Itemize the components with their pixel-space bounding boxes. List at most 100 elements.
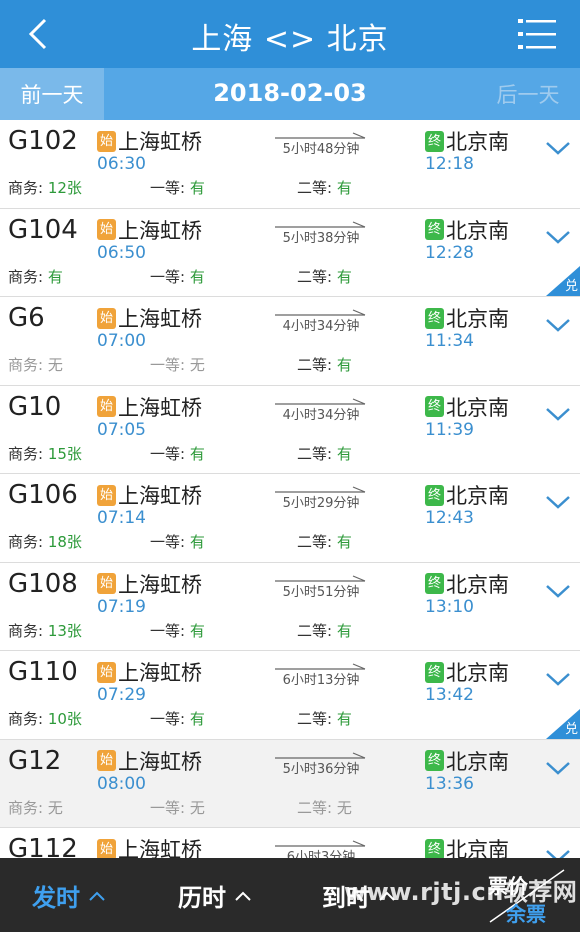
top-bar: 上海 <> 北京 — [0, 0, 580, 68]
duration: 5小时48分钟 — [275, 130, 367, 160]
start-station-badge: 始 — [97, 573, 116, 594]
chevron-down-icon[interactable] — [544, 138, 572, 158]
first-class-seat: 一等: 有 — [150, 177, 205, 198]
duration: 4小时34分钟 — [275, 396, 367, 426]
sort-by-duration-button[interactable]: 历时 — [178, 878, 252, 913]
duration-text: 5小时48分钟 — [282, 142, 360, 157]
duration: 5小时38分钟 — [275, 219, 367, 249]
start-station-badge: 始 — [97, 484, 116, 506]
page-title: 上海 <> 北京 — [191, 22, 389, 57]
chevron-down-icon[interactable] — [544, 492, 572, 512]
chevron-down-icon[interactable] — [544, 669, 572, 689]
menu-button[interactable] — [516, 14, 560, 54]
first-class-seat: 一等: 有 — [150, 708, 205, 729]
business-seat: 商务: 无 — [8, 797, 63, 818]
second-class-seat-value: 有 — [336, 267, 352, 286]
business-seat-value: 18张 — [47, 533, 82, 551]
second-class-seat: 二等: 有 — [297, 443, 352, 464]
first-class-seat-label: 一等: — [150, 533, 186, 551]
start-station-badge: 始 — [97, 750, 116, 771]
sort-duration-label: 历时 — [178, 884, 226, 912]
train-row[interactable]: G12 始上海虹桥 08:00 5小时36分钟终北京南 13:36 商务: 无一等: 无二… — [0, 739, 580, 828]
date-bar: 前一天 2018-02-03 后一天 — [0, 68, 580, 120]
to-station-name: 北京南 — [446, 395, 509, 420]
sort-by-departure-button[interactable]: 发时 — [32, 878, 106, 913]
arrival-time: 13:10 — [425, 596, 474, 617]
first-class-seat-label: 一等: — [150, 798, 186, 817]
to-station-name: 北京南 — [446, 838, 509, 858]
start-station-badge: 始 — [97, 396, 116, 417]
duration: 5小时36分钟 — [275, 750, 367, 780]
to-station-name: 北京南 — [446, 749, 509, 774]
from-station: 始上海虹桥 — [97, 126, 202, 156]
business-seat: 商务: 15张 — [8, 443, 82, 464]
to-station-name: 北京南 — [446, 218, 509, 243]
start-station-badge: 始 — [97, 307, 116, 329]
business-seat-label: 商务: — [8, 356, 44, 374]
from-station-name: 上海虹桥 — [118, 484, 202, 508]
second-class-seat-label: 二等: — [297, 798, 333, 817]
arrival-time: 13:36 — [425, 773, 474, 794]
to-station: 终北京南 — [425, 834, 509, 858]
first-class-seat-value: 无 — [189, 356, 205, 374]
train-row[interactable]: G108 始上海虹桥 07:19 5小时51分钟 终北京南 13:10 商务: 13张 一等:… — [0, 562, 580, 651]
second-class-seat-value: 有 — [336, 710, 352, 728]
first-class-seat-value: 有 — [189, 621, 205, 640]
next-day-button[interactable]: 后一天 — [476, 68, 580, 120]
train-row[interactable]: G106 始上海虹桥 07:14 5小时29分钟 终北京南 12:43 商务: 18张 一等:… — [0, 474, 580, 563]
second-class-seat: 二等: 有 — [297, 354, 352, 375]
second-class-seat-label: 二等: — [297, 444, 333, 463]
end-station-badge: 终 — [425, 750, 444, 771]
start-station-badge: 始 — [97, 130, 116, 152]
business-seat-value: 无 — [47, 798, 63, 817]
business-seat-value: 10张 — [47, 710, 82, 728]
second-class-seat-value: 有 — [336, 356, 352, 374]
arrival-time: 13:42 — [425, 685, 474, 705]
business-seat: 商务: 10张 — [8, 708, 82, 729]
train-row[interactable]: G104 始上海虹桥 06:50 5小时38分钟终北京南 12:28 商务: 有一等: 有… — [0, 208, 580, 297]
watermark: www.rjtj.cn软荐网 — [344, 878, 578, 906]
duration-text: 4小时34分钟 — [282, 407, 360, 423]
from-station: 始上海虹桥 — [97, 303, 202, 333]
business-seat-label: 商务: — [8, 267, 44, 286]
business-seat-label: 商务: — [8, 710, 44, 728]
first-class-seat: 一等: 有 — [150, 443, 205, 464]
chevron-down-icon[interactable] — [544, 581, 572, 601]
to-station-name: 北京南 — [446, 130, 509, 154]
train-row[interactable]: G102 始上海虹桥 06:30 5小时48分钟 终北京南 12:18 商务: 12张 一等:… — [0, 120, 580, 209]
to-station: 终北京南 — [425, 126, 509, 156]
end-station-badge: 终 — [425, 661, 444, 683]
first-class-seat-value: 有 — [189, 179, 205, 197]
from-station-name: 上海虹桥 — [118, 395, 202, 420]
exchange-corner-badge: 兑 — [546, 708, 580, 739]
from-station: 始上海虹桥 — [97, 569, 202, 599]
train-row[interactable]: G110 始上海虹桥 07:29 6小时13分钟 终北京南 13:42 商务: 10张 一等:… — [0, 651, 580, 740]
train-list: G102 始上海虹桥 06:30 5小时48分钟终北京南 12:18 商务: 12张 一等:… — [0, 120, 580, 858]
end-station-badge: 终 — [425, 396, 444, 417]
to-station: 终北京南 — [425, 746, 509, 776]
business-seat: 商务: 13张 — [8, 620, 82, 641]
train-number: G108 — [8, 568, 78, 599]
first-class-seat-value: 有 — [189, 710, 205, 728]
train-row[interactable]: G10 始上海虹桥 07:05 4小时34分钟 终北京南 11:39 商务: 15张 一等: … — [0, 385, 580, 474]
arrival-time: 12:28 — [425, 242, 474, 263]
chevron-down-icon[interactable] — [544, 404, 572, 424]
chevron-down-icon[interactable] — [544, 227, 572, 247]
train-row[interactable]: G112 始上海虹桥 6小时3分钟 终北京南 — [0, 828, 580, 858]
chevron-down-icon[interactable] — [544, 846, 572, 858]
to-station: 终北京南 — [425, 480, 509, 510]
chevron-down-icon[interactable] — [544, 315, 572, 335]
end-station-badge: 终 — [425, 484, 444, 506]
train-row[interactable]: G6 始上海虹桥 07:00 4小时34分钟终北京南 11:34 商务: 无一等: 无二等… — [0, 297, 580, 386]
business-seat-label: 商务: — [8, 444, 44, 463]
arrival-time: 11:39 — [425, 419, 474, 440]
business-seat-label: 商务: — [8, 798, 44, 817]
chevron-down-icon[interactable] — [544, 758, 572, 778]
second-class-seat-label: 二等: — [297, 179, 333, 197]
from-station: 始上海虹桥 — [97, 392, 202, 422]
first-class-seat: 一等: 无 — [150, 797, 205, 818]
duration-text: 5小时51分钟 — [282, 584, 360, 600]
arrival-time: 12:43 — [425, 508, 474, 528]
exchange-label: 兑 — [564, 279, 578, 294]
first-class-seat: 一等: 无 — [150, 354, 205, 375]
